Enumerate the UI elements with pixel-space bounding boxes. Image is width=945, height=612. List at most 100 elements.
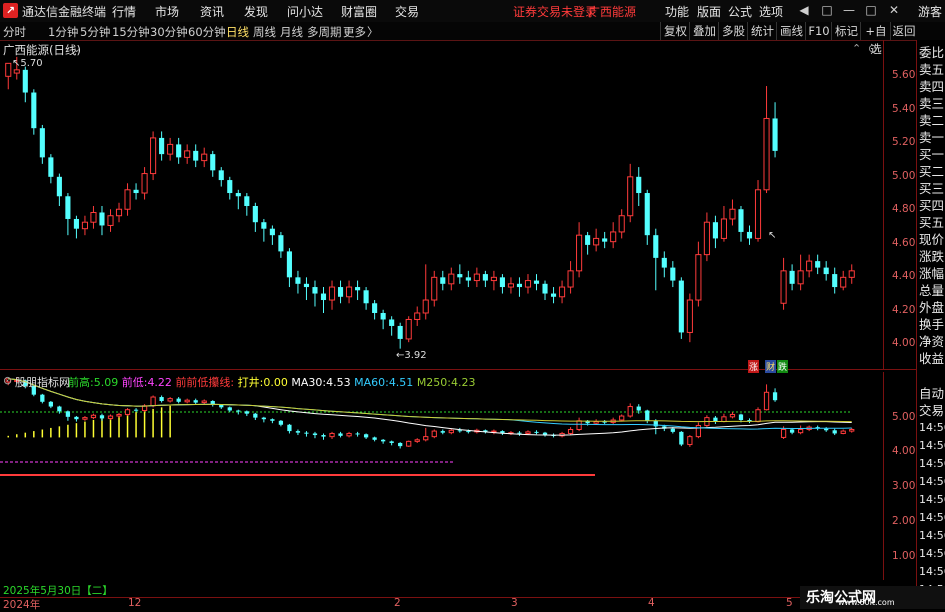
candle	[738, 206, 744, 242]
maximize-icon[interactable]: □	[862, 1, 880, 19]
login-notice[interactable]: 证券交易未登录	[513, 3, 597, 20]
candle	[550, 287, 557, 304]
price-tick: 5.60	[892, 69, 916, 81]
candle	[39, 124, 45, 164]
candle	[789, 264, 795, 291]
menu-quotes[interactable]: 行情	[112, 3, 136, 20]
high-value: 5.70	[20, 58, 43, 69]
btn-add-watchlist[interactable]: +自选	[860, 22, 891, 56]
menu-layout[interactable]: 版面	[697, 3, 721, 20]
legend-label: 打井:	[237, 376, 264, 389]
candle	[720, 206, 727, 242]
btn-draw[interactable]: 画线	[776, 22, 806, 40]
period-15min[interactable]: 15分钟	[112, 24, 150, 40]
legend-label: 前高:	[68, 376, 94, 389]
quote-field-label: 卖五	[919, 62, 945, 77]
back-icon[interactable]: ◀	[795, 1, 813, 19]
candle	[312, 280, 318, 307]
candle	[355, 280, 361, 301]
btn-mark[interactable]: 标记	[831, 22, 861, 40]
quote-field-label: 涨跌	[919, 249, 945, 264]
period-1min[interactable]: 1分钟	[48, 24, 78, 40]
settings-icon[interactable]: ⊙	[868, 42, 877, 55]
menu-options[interactable]: 选项	[759, 3, 783, 20]
period-5min[interactable]: 5分钟	[80, 24, 110, 40]
candle	[363, 287, 369, 310]
menu-news[interactable]: 资讯	[200, 3, 224, 20]
candle	[678, 277, 684, 339]
indicator-candle	[99, 413, 105, 421]
app-logo-icon: ↗	[3, 3, 18, 18]
candle	[346, 280, 353, 304]
indicator-candle	[321, 433, 326, 440]
candle	[124, 183, 131, 216]
candle	[31, 89, 37, 135]
indicator-candle	[90, 413, 97, 420]
indicator-chart[interactable]	[0, 372, 916, 580]
candle	[159, 131, 165, 161]
menu-discover[interactable]: 发现	[244, 3, 268, 20]
price-tick: 5.20	[892, 136, 916, 148]
collapse-icon[interactable]: ⌃	[852, 42, 861, 55]
menu-formula[interactable]: 公式	[728, 3, 752, 20]
period-timeshare[interactable]: 分时	[3, 24, 26, 40]
x-axis-label: 12	[128, 597, 142, 609]
period-multi[interactable]: 多周期	[307, 24, 342, 40]
candle	[772, 102, 778, 158]
user-guest[interactable]: 游客	[918, 3, 942, 20]
candle	[618, 209, 625, 239]
menu-ask[interactable]: 问小达	[287, 3, 323, 20]
quote-field-label: 涨幅	[919, 266, 945, 281]
menu-function[interactable]: 功能	[665, 3, 689, 20]
minimize-icon[interactable]: —	[840, 1, 858, 19]
quote-field-label: 外盘	[919, 300, 945, 315]
trade-time: 14:56	[919, 439, 945, 452]
btn-overlay[interactable]: 叠加	[689, 22, 719, 40]
close-icon[interactable]: ✕	[885, 1, 903, 19]
candle	[797, 254, 804, 291]
x-axis-label: 2	[394, 597, 401, 609]
watermark-url: www.60lt.com	[838, 598, 895, 607]
legend-value: 4.53	[326, 376, 351, 389]
quote-tab[interactable]: 交易	[919, 403, 944, 419]
candle	[636, 167, 642, 206]
period-weekly[interactable]: 周线	[253, 24, 276, 40]
candlestick-chart[interactable]	[0, 40, 916, 370]
menu-trade[interactable]: 交易	[395, 3, 419, 20]
quote-tab[interactable]: 自动	[919, 386, 944, 402]
candle	[269, 225, 275, 245]
period-30min[interactable]: 30分钟	[150, 24, 188, 40]
candle	[567, 261, 574, 294]
btn-back[interactable]: 返回	[890, 22, 917, 40]
quote-field-label: 买二	[919, 164, 945, 179]
candle	[303, 277, 310, 301]
chevron-right-icon[interactable]: 〉	[367, 24, 379, 40]
btn-fuquan[interactable]: 复权	[660, 22, 690, 40]
candle	[712, 215, 718, 249]
candle	[320, 287, 327, 313]
restore-icon[interactable]: □	[818, 1, 836, 19]
dropdown-circle-icon[interactable]: ⌄	[72, 42, 81, 55]
indicator-candle	[184, 398, 190, 404]
indicator-candle	[40, 393, 45, 404]
menu-wealth[interactable]: 财富圈	[341, 3, 377, 20]
candle	[585, 231, 591, 255]
btn-multi-stock[interactable]: 多股	[718, 22, 748, 40]
app-title: 通达信金融终端	[22, 5, 107, 19]
indicator-candle	[832, 428, 837, 436]
period-60min[interactable]: 60分钟	[188, 24, 226, 40]
period-more[interactable]: 更多	[343, 24, 366, 40]
indicator-icon[interactable]: ⊙	[3, 374, 12, 387]
candle	[278, 231, 284, 258]
candle	[218, 167, 224, 187]
quote-field-label: 卖三	[919, 96, 945, 111]
period-monthly[interactable]: 月线	[280, 24, 303, 40]
btn-stats[interactable]: 统计	[747, 22, 777, 40]
period-daily[interactable]: 日线	[226, 24, 249, 40]
indicator-candle	[116, 412, 122, 418]
legend-value: 4.23	[451, 376, 476, 389]
btn-f10[interactable]: F10	[805, 22, 832, 40]
menu-market[interactable]: 市场	[155, 3, 179, 20]
candle	[763, 86, 770, 194]
trade-time: 14:56	[919, 529, 945, 542]
